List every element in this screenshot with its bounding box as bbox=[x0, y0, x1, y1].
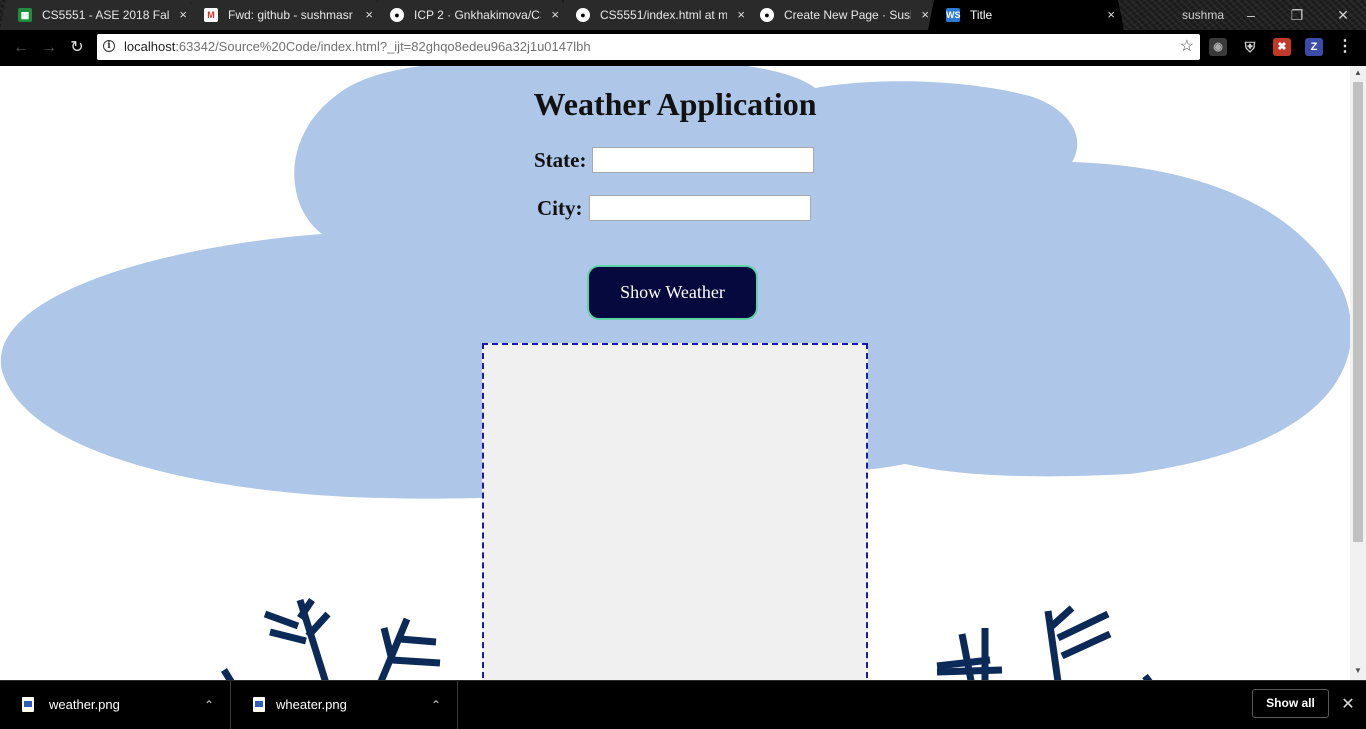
menu-dots-icon[interactable]: ⋮ bbox=[1336, 38, 1354, 56]
info-icon[interactable]: i bbox=[103, 40, 115, 52]
tab-label: CS5551 - ASE 2018 Fall bbox=[42, 8, 169, 22]
tab-close-icon[interactable]: × bbox=[551, 0, 559, 30]
download-item[interactable]: weather.png ⌃ bbox=[0, 681, 231, 729]
snowflake-right bbox=[936, 605, 1153, 680]
github-icon: ● bbox=[390, 8, 404, 22]
webstorm-icon: WS bbox=[946, 10, 961, 20]
address-bar[interactable]: i localhost:63342/Source%20Code/index.ht… bbox=[97, 34, 1200, 60]
github-icon: ● bbox=[760, 8, 774, 22]
image-file-icon bbox=[22, 697, 34, 712]
page-viewport: Weather Application State: City: Show We… bbox=[0, 66, 1350, 680]
scroll-down-icon[interactable]: ▼ bbox=[1350, 664, 1366, 678]
profile-name[interactable]: sushma bbox=[1182, 0, 1224, 30]
weather-result-box bbox=[482, 343, 868, 680]
tab-github-index[interactable]: ● CS5551/index.html at m × bbox=[558, 0, 754, 30]
tab-close-icon[interactable]: × bbox=[1107, 0, 1115, 30]
show-all-button[interactable]: Show all bbox=[1252, 689, 1329, 718]
state-input[interactable] bbox=[592, 147, 815, 173]
tab-sheets[interactable]: ▦ CS5551 - ASE 2018 Fall × bbox=[0, 0, 196, 30]
city-label: City: bbox=[537, 195, 583, 220]
chevron-up-icon[interactable]: ⌃ bbox=[204, 681, 214, 729]
state-row: State: bbox=[534, 146, 815, 174]
tab-label: Fwd: github - sushmasr bbox=[228, 8, 353, 22]
sheets-icon: ▦ bbox=[18, 8, 32, 22]
url-text[interactable]: localhost:63342/Source%20Code/index.html… bbox=[124, 34, 591, 60]
city-row: City: bbox=[537, 194, 811, 222]
bookmark-star-icon[interactable]: ☆ bbox=[1180, 34, 1194, 60]
page-title: Weather Application bbox=[533, 86, 817, 122]
tab-title-active[interactable]: WS Title × bbox=[928, 0, 1124, 30]
image-file-icon bbox=[253, 697, 265, 712]
scrollbar-thumb[interactable] bbox=[1353, 82, 1363, 542]
incognito-extension-icon[interactable]: ◉ bbox=[1209, 38, 1227, 56]
back-icon[interactable]: ← bbox=[10, 38, 32, 58]
snowflake-left bbox=[221, 598, 441, 680]
page-scrollbar[interactable]: ▲ ▼ bbox=[1350, 66, 1366, 680]
github-icon: ● bbox=[576, 8, 590, 22]
download-shelf: weather.png ⌃ wheater.png ⌃ Show all ✕ bbox=[0, 680, 1366, 729]
close-shelf-icon[interactable]: ✕ bbox=[1340, 681, 1356, 729]
window-close-icon[interactable]: ✕ bbox=[1328, 0, 1358, 30]
tab-label: ICP 2 · Gnkhakimova/CS bbox=[414, 8, 541, 22]
download-filename: weather.png bbox=[49, 697, 120, 712]
minimize-icon[interactable]: – bbox=[1236, 0, 1266, 30]
tab-gmail[interactable]: M Fwd: github - sushmasr × bbox=[186, 0, 382, 30]
tab-close-icon[interactable]: × bbox=[179, 0, 187, 30]
show-weather-button[interactable]: Show Weather bbox=[587, 265, 758, 320]
reload-icon[interactable]: ↻ bbox=[66, 38, 88, 58]
url-rest: :63342/Source%20Code/index.html?_ijt=82g… bbox=[175, 39, 591, 54]
download-item[interactable]: wheater.png ⌃ bbox=[231, 681, 458, 729]
chevron-up-icon[interactable]: ⌃ bbox=[431, 681, 441, 729]
adblock-extension-icon[interactable]: ✖ bbox=[1273, 38, 1291, 56]
shield-icon[interactable]: ⛨ bbox=[1241, 38, 1259, 56]
tab-close-icon[interactable]: × bbox=[365, 0, 373, 30]
tab-github-icp2[interactable]: ● ICP 2 · Gnkhakimova/CS × bbox=[372, 0, 568, 30]
city-input[interactable] bbox=[588, 195, 811, 221]
gmail-icon: M bbox=[204, 8, 218, 22]
z-extension-icon[interactable]: Z bbox=[1305, 38, 1323, 56]
tab-label: CS5551/index.html at m bbox=[600, 8, 727, 22]
download-filename: wheater.png bbox=[276, 697, 347, 712]
forward-icon[interactable]: → bbox=[38, 38, 60, 58]
tab-label: Create New Page · Sush bbox=[784, 8, 911, 22]
state-label: State: bbox=[534, 147, 587, 172]
tab-github-newpage[interactable]: ● Create New Page · Sush × bbox=[742, 0, 938, 30]
restore-icon[interactable]: ❐ bbox=[1282, 0, 1312, 30]
tab-close-icon[interactable]: × bbox=[921, 0, 929, 30]
tab-label: Title bbox=[970, 8, 993, 22]
scroll-up-icon[interactable]: ▲ bbox=[1350, 66, 1366, 80]
url-host: localhost bbox=[124, 39, 176, 54]
tab-strip: ▦ CS5551 - ASE 2018 Fall × M Fwd: github… bbox=[0, 0, 1366, 30]
